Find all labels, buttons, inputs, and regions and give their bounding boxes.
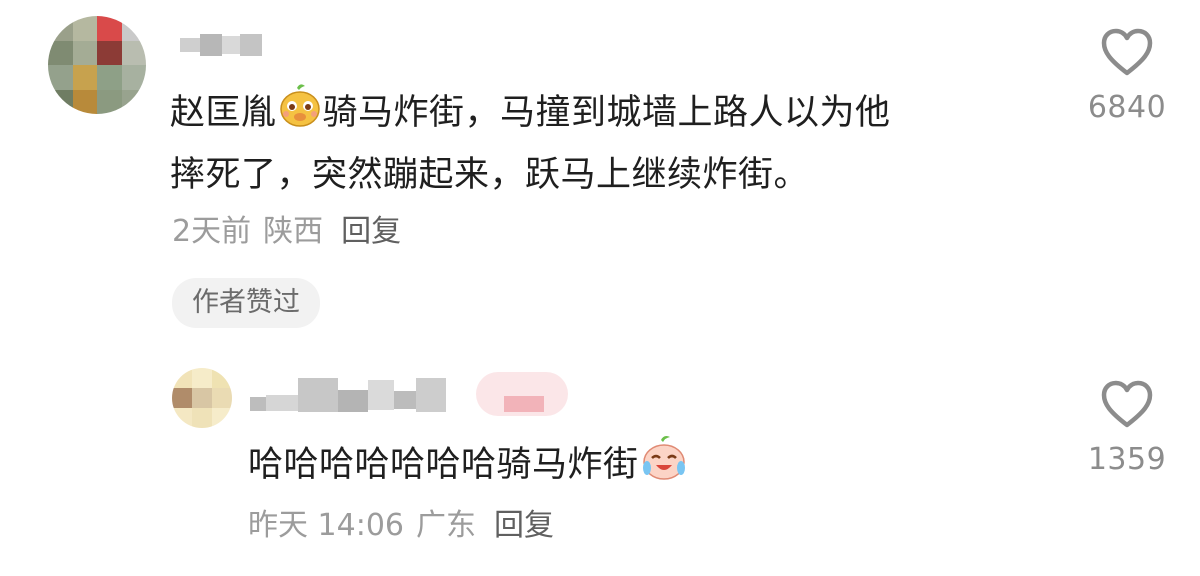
comment-like-group[interactable]: 6840	[1082, 28, 1172, 125]
replier-badge	[476, 372, 568, 416]
reply-like-group[interactable]: 1359	[1082, 380, 1172, 477]
reply-location: 广东	[416, 508, 476, 543]
replier-username-redacted[interactable]	[250, 378, 446, 412]
reply-button[interactable]: 回复	[341, 214, 401, 249]
author-liked-badge: 作者赞过	[172, 278, 320, 328]
laughing-face-emoji-icon	[277, 82, 323, 146]
comment-meta: 2天前 陕西 回复	[172, 212, 401, 252]
heart-icon[interactable]	[1100, 380, 1154, 434]
comment-time: 2天前	[172, 214, 252, 249]
replier-avatar[interactable]	[172, 368, 232, 428]
reply-like-count: 1359	[1087, 442, 1167, 477]
comment-line-1: 赵匡胤 骑马炸街，马撞到城墙上路人以为他	[170, 82, 1050, 146]
comment-location: 陕西	[263, 214, 324, 249]
heart-icon[interactable]	[1100, 28, 1154, 82]
reply-body: 哈哈哈哈哈哈哈骑马炸街	[248, 432, 1048, 500]
badge-redacted-mark	[504, 396, 544, 412]
commenter-avatar[interactable]	[48, 16, 146, 114]
crying-laughing-emoji-icon	[639, 432, 689, 500]
comment-line-2: 摔死了，突然蹦起来，跃马上继续炸街。	[170, 155, 810, 195]
commenter-username-redacted[interactable]	[180, 34, 262, 56]
comment-body: 赵匡胤 骑马炸街，马撞到城墙上路人以为他 摔死了，突然蹦起来，跃马上继续炸街。	[170, 82, 1050, 204]
comment-like-count: 6840	[1087, 90, 1167, 125]
reply-reply-button[interactable]: 回复	[494, 508, 554, 543]
reply-time: 昨天 14:06	[248, 508, 404, 543]
reply-meta: 昨天 14:06 广东 回复	[248, 506, 554, 546]
